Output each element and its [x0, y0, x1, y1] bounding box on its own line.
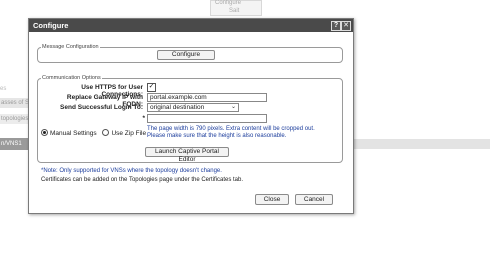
communication-options-legend: Communication Options: [42, 75, 101, 81]
fqdn-input[interactable]: portal.example.com: [147, 93, 267, 102]
info-line-2: Please make sure that the height is also…: [147, 133, 287, 139]
background-row-strip: [352, 139, 490, 149]
launch-portal-editor-button[interactable]: Launch Captive Portal Editor: [145, 147, 229, 163]
background-selected-row: n/VNS1: [0, 138, 29, 150]
chevron-down-icon: ⌄: [230, 104, 236, 110]
background-tab-strip: Configure Sait: [210, 0, 262, 16]
use-zip-radio[interactable]: [102, 129, 110, 136]
close-button[interactable]: Close: [255, 194, 289, 205]
background-tab-1: Configure: [215, 0, 242, 6]
background-label-2: asses of S: [0, 98, 29, 108]
background-label-3: topologies: [0, 114, 29, 124]
use-https-checkbox[interactable]: ✓: [147, 83, 156, 92]
manual-settings-label: Manual Settings: [50, 130, 97, 137]
dialog-title: Configure: [33, 21, 69, 30]
configure-button[interactable]: Configure: [157, 50, 215, 60]
message-configuration-legend: Message Configuration: [42, 44, 99, 50]
page-width-info: The page width is 790 pixels. Extra cont…: [147, 126, 315, 140]
vns-note: *Note: Only supported for VNSs where the…: [41, 168, 222, 174]
certificates-note: Certificates can be added on the Topolog…: [41, 177, 244, 183]
dialog-titlebar: Configure ? ✕: [29, 19, 353, 32]
send-login-label: Send Successful Login To:: [60, 104, 143, 111]
login-destination-select[interactable]: original destination ⌄: [147, 103, 239, 112]
configure-dialog: Configure ? ✕ Message Configuration Conf…: [28, 18, 354, 214]
url-input[interactable]: [147, 114, 267, 123]
use-zip-label: Use Zip File: [111, 130, 147, 137]
info-line-1: The page width is 790 pixels. Extra cont…: [147, 126, 315, 132]
background-label-1: es: [0, 86, 7, 92]
required-star: *: [142, 115, 145, 122]
background-tab-2: Sait: [229, 8, 240, 14]
login-destination-value: original destination: [150, 104, 205, 111]
settings-radio-group: Manual Settings Use Zip File: [41, 129, 150, 137]
help-icon[interactable]: ?: [331, 21, 341, 31]
close-icon[interactable]: ✕: [341, 21, 351, 31]
manual-settings-radio[interactable]: [41, 129, 48, 136]
cancel-button[interactable]: Cancel: [295, 194, 333, 205]
